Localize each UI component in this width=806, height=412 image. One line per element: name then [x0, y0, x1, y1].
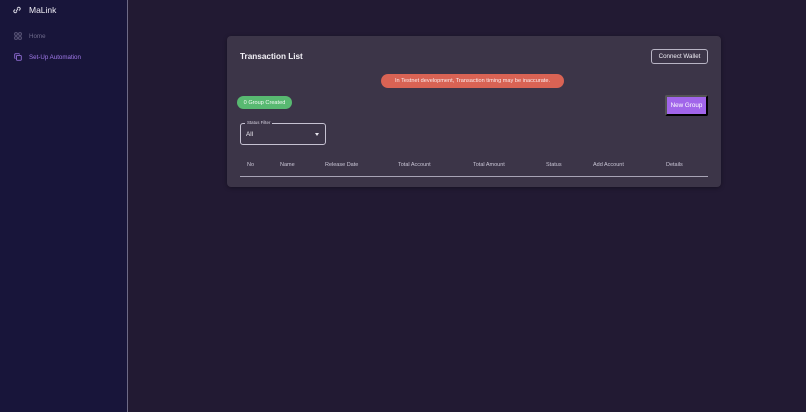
link-icon: [12, 5, 22, 15]
copy-icon: [14, 53, 22, 61]
testnet-warning-banner: In Testnet development, Transaction timi…: [381, 74, 564, 88]
column-header-total-account: Total Account: [398, 162, 431, 168]
app-name: MaLink: [29, 5, 57, 15]
column-header-total-amount: Total Amount: [473, 162, 505, 168]
brand[interactable]: MaLink: [12, 4, 56, 16]
column-header-name: Name: [280, 162, 295, 168]
caret-down-icon: [315, 133, 319, 136]
column-header-add-account: Add Account: [593, 162, 624, 168]
sidebar-item-setup-automation[interactable]: Set-Up Automation: [14, 51, 81, 63]
page-title: Transaction List: [240, 52, 303, 61]
status-filter-value: All: [246, 131, 253, 138]
column-header-no: No: [247, 162, 255, 168]
sidebar-item-label: Home: [29, 32, 46, 40]
new-group-button[interactable]: New Group: [665, 95, 708, 116]
sidebar-item-label: Set-Up Automation: [29, 53, 81, 61]
sidebar-item-home[interactable]: Home: [14, 30, 46, 42]
column-header-status: Status: [546, 162, 562, 168]
sidebar: MaLink Home Set-Up Automation: [0, 0, 128, 412]
group-count-badge: 0 Group Created: [237, 96, 292, 109]
table-header: No Name Release Date Total Account Total…: [240, 156, 708, 177]
connect-wallet-button[interactable]: Connect Wallet: [651, 49, 708, 64]
status-filter-label: Status Filter: [245, 120, 273, 126]
column-header-details: Details: [666, 162, 683, 168]
status-filter-select[interactable]: Status Filter All: [240, 120, 326, 145]
transaction-list-card: Transaction List Connect Wallet In Testn…: [227, 36, 721, 187]
column-header-release-date: Release Date: [325, 162, 359, 168]
grid-icon: [14, 32, 22, 40]
